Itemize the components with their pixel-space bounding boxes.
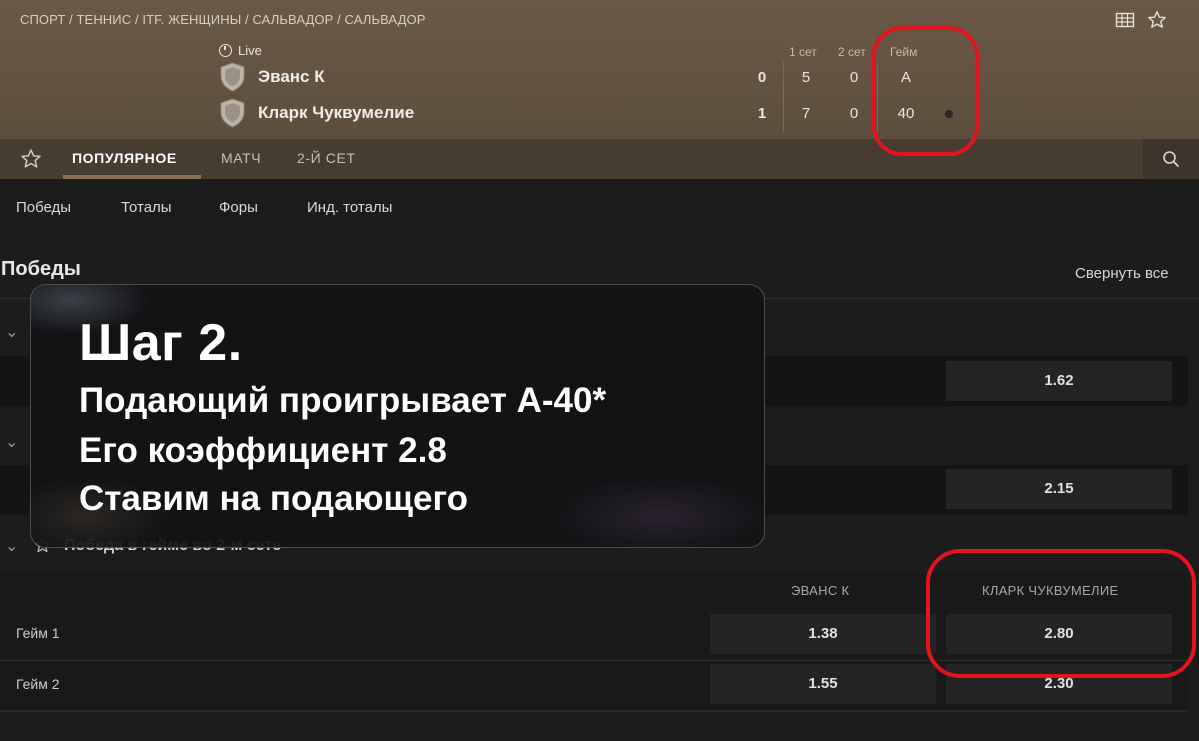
player-row-1: Эванс К: [219, 62, 325, 92]
tab-favorites-star-icon[interactable]: [20, 148, 42, 175]
chevron-down-icon[interactable]: ⌄: [5, 536, 18, 556]
breadcrumb[interactable]: СПОРТ / ТЕННИС / ITF. ЖЕНЩИНЫ / САЛЬВАДО…: [20, 12, 426, 27]
overlay-step-title: Шаг 2.: [79, 314, 243, 372]
odds-button[interactable]: 1.38: [710, 614, 936, 654]
odds-button[interactable]: 2.15: [946, 469, 1172, 509]
overlay-line: Его коэффициент 2.8: [79, 431, 447, 470]
collapse-all-link[interactable]: Свернуть все: [1075, 265, 1169, 282]
team-shield-icon: [220, 62, 245, 92]
game-label: Гейм 2: [16, 676, 60, 692]
column-evans: ЭВАНС К: [791, 583, 850, 598]
filter-wins[interactable]: Победы: [16, 199, 71, 216]
active-tab-indicator: [63, 175, 201, 179]
section-title: Победы: [1, 258, 81, 280]
scoreboard-icon[interactable]: [1115, 10, 1135, 30]
filter-totals[interactable]: Тоталы: [121, 199, 172, 216]
tab-match[interactable]: МАТЧ: [221, 139, 261, 179]
live-status: Live: [219, 43, 262, 58]
table-bottom-border: [0, 710, 1188, 712]
highlight-ring-game-score: [872, 26, 979, 156]
favorite-star-icon[interactable]: [1147, 10, 1167, 30]
game-label: Гейм 1: [16, 625, 60, 641]
tab-second-set[interactable]: 2-Й СЕТ: [297, 139, 356, 179]
set1-score: 7: [801, 105, 811, 122]
col-set2: 2 сет: [838, 45, 866, 59]
market-tab-bar: [0, 139, 1199, 179]
chevron-down-icon[interactable]: ⌄: [5, 322, 18, 342]
player-row-2: Кларк Чуквумелие: [219, 98, 414, 128]
player-name: Эванс К: [258, 67, 325, 86]
overlay-line: Ставим на подающего: [79, 479, 468, 518]
score-divider: [783, 62, 784, 132]
live-label: Live: [238, 43, 262, 58]
search-icon: [1163, 151, 1179, 167]
overlay-glow: [551, 475, 764, 547]
team-shield-icon: [220, 98, 245, 128]
filter-handicaps[interactable]: Форы: [219, 199, 258, 216]
set2-score: 0: [849, 69, 859, 86]
instruction-overlay: Шаг 2. Подающий проигрывает А-40* Его ко…: [30, 284, 765, 548]
overlay-line: Подающий проигрывает А-40*: [79, 381, 607, 420]
odds-button[interactable]: 1.62: [946, 361, 1172, 401]
filter-individual-totals[interactable]: Инд. тоталы: [307, 199, 392, 216]
odds-button[interactable]: 1.55: [710, 664, 936, 704]
chevron-down-icon[interactable]: ⌄: [5, 432, 18, 452]
player-name: Кларк Чуквумелие: [258, 103, 415, 122]
col-set1: 1 сет: [789, 45, 817, 59]
sets-score: 0: [757, 69, 767, 86]
set1-score: 5: [801, 69, 811, 86]
search-button[interactable]: [1143, 139, 1199, 179]
highlight-ring-odds: [926, 549, 1196, 678]
tab-popular[interactable]: ПОПУЛЯРНОЕ: [72, 139, 177, 179]
sets-score: 1: [757, 105, 767, 122]
clock-icon: [219, 44, 232, 57]
set2-score: 0: [849, 105, 859, 122]
